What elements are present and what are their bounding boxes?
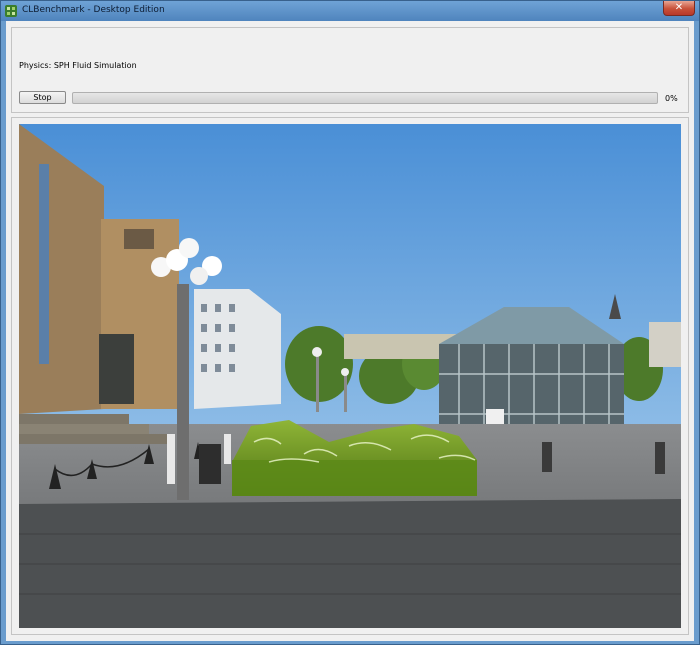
render-viewport: [19, 124, 681, 628]
progress-percent: 0%: [665, 94, 678, 103]
stop-button[interactable]: Stop: [19, 91, 66, 104]
app-icon: [5, 5, 17, 17]
test-name-label: Physics: SPH Fluid Simulation: [19, 61, 137, 70]
window-title: CLBenchmark - Desktop Edition: [22, 5, 165, 15]
scene-render: [19, 124, 681, 628]
client-area: Physics: SPH Fluid Simulation Stop 0%: [6, 21, 694, 641]
progress-bar: [72, 92, 658, 104]
render-panel: [11, 117, 689, 635]
close-icon: ✕: [674, 2, 684, 13]
app-window: CLBenchmark - Desktop Edition ✕ Physics:…: [0, 0, 700, 645]
white-building: [194, 289, 281, 409]
title-bar[interactable]: CLBenchmark - Desktop Edition ✕: [1, 1, 699, 21]
benchmark-status-panel: Physics: SPH Fluid Simulation Stop 0%: [11, 27, 689, 113]
close-button[interactable]: ✕: [663, 1, 695, 16]
